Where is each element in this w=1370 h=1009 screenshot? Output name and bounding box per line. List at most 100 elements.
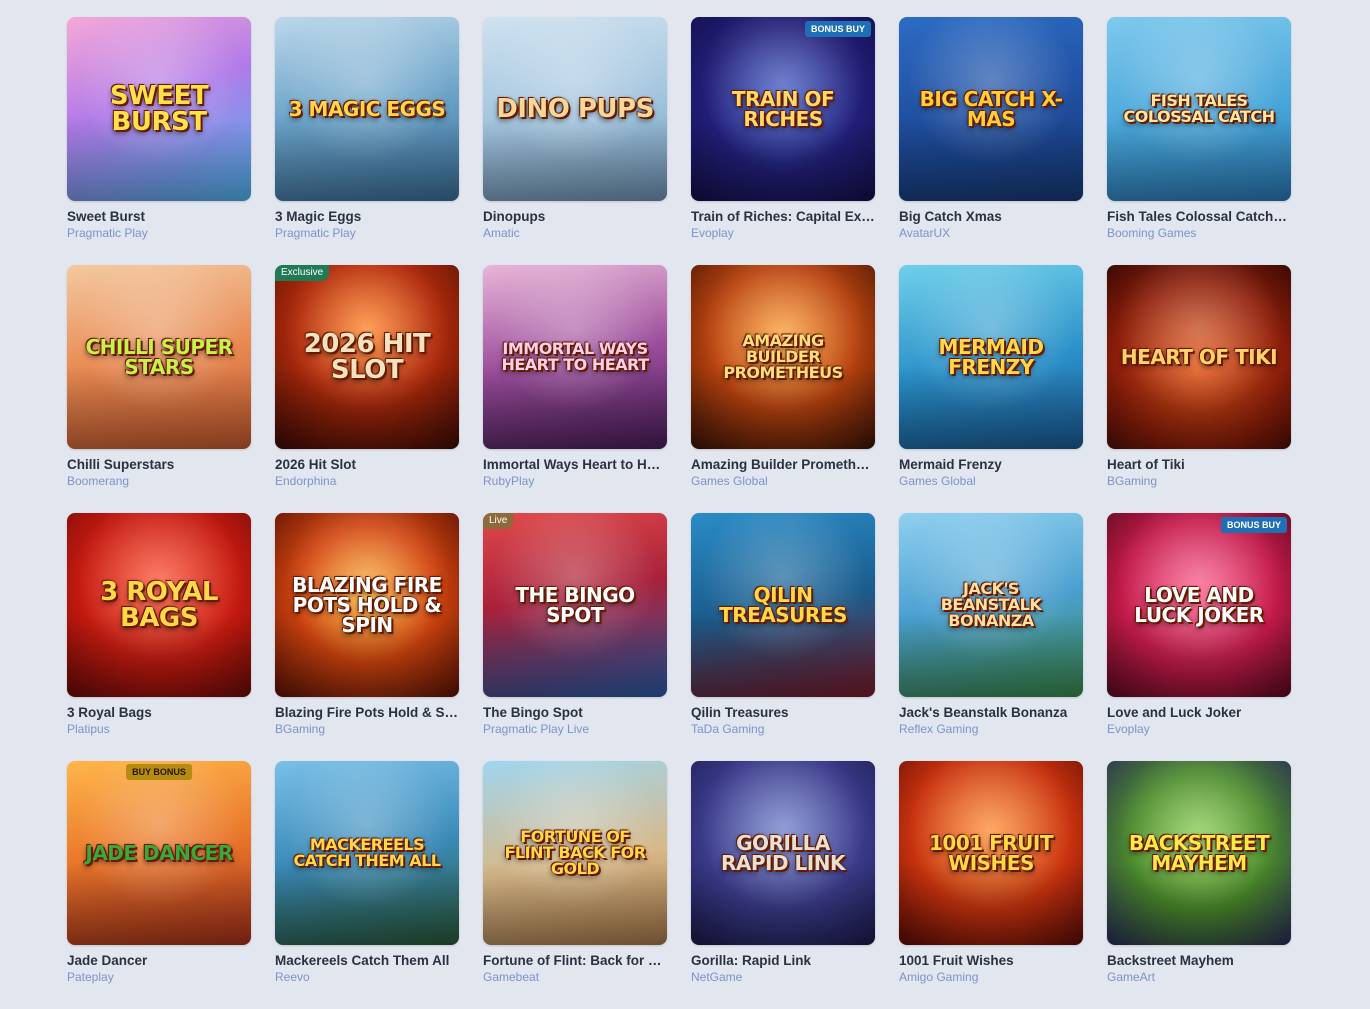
game-title[interactable]: Big Catch Xmas [899, 208, 1083, 225]
game-provider[interactable]: Games Global [691, 473, 875, 489]
game-card[interactable]: IMMORTAL WAYS HEART TO HEART Immortal Way… [483, 265, 667, 501]
game-title[interactable]: Jade Dancer [67, 952, 251, 969]
game-thumbnail[interactable]: BIG CATCH X-MAS [899, 17, 1083, 201]
game-provider[interactable]: RubyPlay [483, 473, 667, 489]
game-title[interactable]: 3 Royal Bags [67, 704, 251, 721]
game-thumbnail[interactable]: HEART OF TIKI [1107, 265, 1291, 449]
game-logo-art: FISH TALES COLOSSAL CATCH [1123, 91, 1275, 126]
game-provider[interactable]: Platipus [67, 721, 251, 737]
game-provider[interactable]: Endorphina [275, 473, 459, 489]
game-card[interactable]: BLAZING FIRE POTS HOLD & SPIN Blazing Fir… [275, 513, 459, 749]
game-card[interactable]: MERMAID FRENZY Mermaid Frenzy Games Global [899, 265, 1083, 501]
game-title[interactable]: Love and Luck Joker [1107, 704, 1291, 721]
game-title[interactable]: Gorilla: Rapid Link [691, 952, 875, 969]
game-provider[interactable]: AvatarUX [899, 225, 1083, 241]
game-title[interactable]: Train of Riches: Capital Express [691, 208, 875, 225]
game-card[interactable]: 1001 FRUIT WISHES 1001 Fruit Wishes Amigo … [899, 761, 1083, 997]
game-provider[interactable]: Booming Games [1107, 225, 1291, 241]
game-provider[interactable]: TaDa Gaming [691, 721, 875, 737]
game-provider[interactable]: Reevo [275, 969, 459, 985]
game-provider[interactable]: Pragmatic Play [67, 225, 251, 241]
game-thumbnail[interactable]: DINO PUPS [483, 17, 667, 201]
game-provider[interactable]: GameArt [1107, 969, 1291, 985]
game-thumbnail[interactable]: 1001 FRUIT WISHES [899, 761, 1083, 945]
game-title[interactable]: Blazing Fire Pots Hold & Spin [275, 704, 459, 721]
game-provider[interactable]: Evoplay [1107, 721, 1291, 737]
game-card[interactable]: FISH TALES COLOSSAL CATCH Fish Tales Colo… [1107, 17, 1291, 253]
game-thumbnail[interactable]: BACKSTREET MAYHEM [1107, 761, 1291, 945]
game-card[interactable]: DINO PUPS Dinopups Amatic [483, 17, 667, 253]
game-title[interactable]: Backstreet Mayhem [1107, 952, 1291, 969]
game-thumbnail[interactable]: 3 MAGIC EGGS [275, 17, 459, 201]
game-card[interactable]: BACKSTREET MAYHEM Backstreet Mayhem GameAr… [1107, 761, 1291, 997]
game-provider[interactable]: Gamebeat [483, 969, 667, 985]
game-title[interactable]: Amazing Builder Prometheus [691, 456, 875, 473]
game-provider[interactable]: Pragmatic Play [275, 225, 459, 241]
game-card[interactable]: 2026 HIT SLOT Exclusive 2026 Hit Slot Endor… [275, 265, 459, 501]
game-thumbnail[interactable]: IMMORTAL WAYS HEART TO HEART [483, 265, 667, 449]
game-thumbnail[interactable]: TRAIN OF RICHES BONUS BUY [691, 17, 875, 201]
game-thumbnail[interactable]: JADE DANCER BUY BONUS [67, 761, 251, 945]
game-card[interactable]: Sweet BURST Sweet Burst Pragmatic Play [67, 17, 251, 253]
game-title[interactable]: Dinopups [483, 208, 667, 225]
game-provider[interactable]: Boomerang [67, 473, 251, 489]
game-provider[interactable]: NetGame [691, 969, 875, 985]
game-thumbnail[interactable]: GORILLA RAPID LINK [691, 761, 875, 945]
game-provider[interactable]: Games Global [899, 473, 1083, 489]
game-card[interactable]: MACKEREELS CATCH THEM ALL Mackereels Catc… [275, 761, 459, 997]
game-thumbnail[interactable]: QILIN TREASURES [691, 513, 875, 697]
game-title[interactable]: 2026 Hit Slot [275, 456, 459, 473]
game-thumbnail[interactable]: FORTUNE OF FLINT BACK FOR GOLD [483, 761, 667, 945]
game-logo-art: 2026 HIT SLOT [303, 329, 431, 385]
game-thumbnail[interactable]: FISH TALES COLOSSAL CATCH [1107, 17, 1291, 201]
game-card[interactable]: GORILLA RAPID LINK Gorilla: Rapid Link Net… [691, 761, 875, 997]
game-thumbnail[interactable]: THE BINGO SPOT Live [483, 513, 667, 697]
game-card[interactable]: FORTUNE OF FLINT BACK FOR GOLD Fortune of… [483, 761, 667, 997]
game-title[interactable]: Fortune of Flint: Back for Gold [483, 952, 667, 969]
game-title[interactable]: 1001 Fruit Wishes [899, 952, 1083, 969]
game-card[interactable]: BIG CATCH X-MAS Big Catch Xmas AvatarUX [899, 17, 1083, 253]
game-provider[interactable]: Pateplay [67, 969, 251, 985]
game-card[interactable]: QILIN TREASURES Qilin Treasures TaDa Gamin… [691, 513, 875, 749]
game-title[interactable]: 3 Magic Eggs [275, 208, 459, 225]
game-title[interactable]: Sweet Burst [67, 208, 251, 225]
game-thumbnail[interactable]: 3 ROYAL BAGS [67, 513, 251, 697]
game-provider[interactable]: BGaming [275, 721, 459, 737]
game-thumbnail[interactable]: LOVE AND LUCK JOKER BONUS BUY [1107, 513, 1291, 697]
game-card[interactable]: HEART OF TIKI Heart of Tiki BGaming [1107, 265, 1291, 501]
game-title[interactable]: Jack's Beanstalk Bonanza [899, 704, 1083, 721]
game-card[interactable]: THE BINGO SPOT Live The Bingo Spot Pragmati… [483, 513, 667, 749]
game-thumbnail[interactable]: MACKEREELS CATCH THEM ALL [275, 761, 459, 945]
game-title[interactable]: Mackereels Catch Them All [275, 952, 459, 969]
game-thumbnail[interactable]: JACK'S BEANSTALK BONANZA [899, 513, 1083, 697]
game-provider[interactable]: Pragmatic Play Live [483, 721, 667, 737]
game-card[interactable]: CHILLI SUPER STARS Chilli Superstars Boome… [67, 265, 251, 501]
game-card[interactable]: JACK'S BEANSTALK BONANZA Jack's Beanstalk… [899, 513, 1083, 749]
game-provider[interactable]: Amigo Gaming [899, 969, 1083, 985]
game-title[interactable]: Fish Tales Colossal Catch: Link & Loot [1107, 208, 1291, 225]
game-thumbnail[interactable]: Sweet BURST [67, 17, 251, 201]
game-thumbnail[interactable]: CHILLI SUPER STARS [67, 265, 251, 449]
game-provider[interactable]: Reflex Gaming [899, 721, 1083, 737]
game-thumbnail[interactable]: AMAZING BUILDER PROMETHEUS [691, 265, 875, 449]
game-card[interactable]: LOVE AND LUCK JOKER BONUS BUY Love and Luc… [1107, 513, 1291, 749]
game-title[interactable]: Mermaid Frenzy [899, 456, 1083, 473]
game-title[interactable]: Immortal Ways Heart to Heart [483, 456, 667, 473]
game-provider[interactable]: Amatic [483, 225, 667, 241]
game-card[interactable]: 3 ROYAL BAGS 3 Royal Bags Platipus [67, 513, 251, 749]
game-provider[interactable]: BGaming [1107, 473, 1291, 489]
game-thumbnail[interactable]: MERMAID FRENZY [899, 265, 1083, 449]
game-card[interactable]: 3 MAGIC EGGS 3 Magic Eggs Pragmatic Play [275, 17, 459, 253]
game-title[interactable]: The Bingo Spot [483, 704, 667, 721]
game-thumbnail[interactable]: 2026 HIT SLOT Exclusive [275, 265, 459, 449]
game-logo-art: BIG CATCH X-MAS [919, 87, 1063, 131]
game-title[interactable]: Qilin Treasures [691, 704, 875, 721]
game-title[interactable]: Chilli Superstars [67, 456, 251, 473]
game-card[interactable]: AMAZING BUILDER PROMETHEUS Amazing Builde… [691, 265, 875, 501]
game-provider[interactable]: Evoplay [691, 225, 875, 241]
game-card[interactable]: TRAIN OF RICHES BONUS BUY Train of Riches:… [691, 17, 875, 253]
game-card[interactable]: JADE DANCER BUY BONUS Jade Dancer Pateplay [67, 761, 251, 997]
game-thumbnail[interactable]: BLAZING FIRE POTS HOLD & SPIN [275, 513, 459, 697]
game-badge: BONUS BUY [804, 21, 871, 37]
game-title[interactable]: Heart of Tiki [1107, 456, 1291, 473]
